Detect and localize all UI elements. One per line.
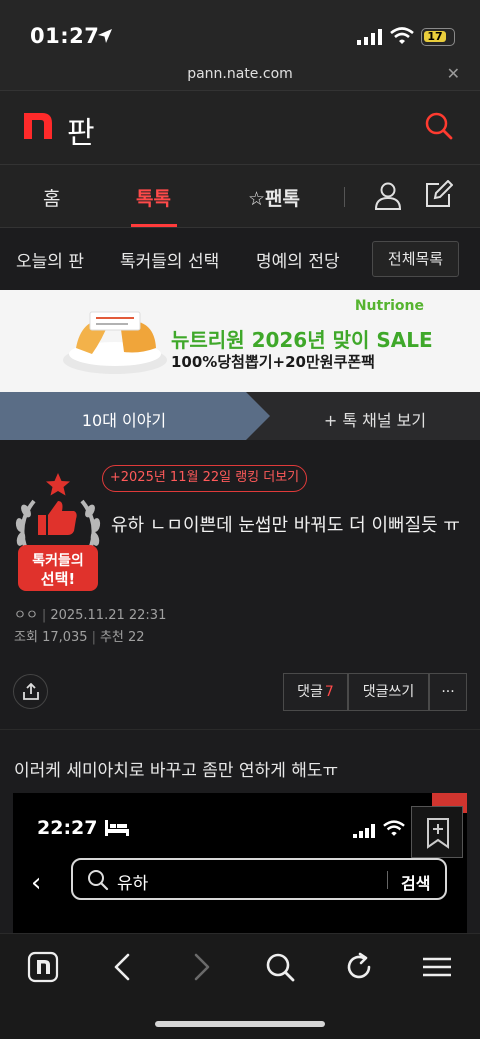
bed-icon [105, 820, 129, 840]
post-title: 유하 ㄴㅁ이쁜데 눈썹만 바꿔도 더 이뻐질듯 ㅠ [111, 515, 460, 536]
forward-icon[interactable] [190, 951, 214, 987]
post-date: 2025.11.21 22:31 [50, 608, 167, 623]
refresh-icon[interactable] [344, 951, 374, 987]
all-list-button[interactable]: 전체목록 [372, 241, 459, 277]
subnav-hall-of-fame[interactable]: 명예의 전당 [256, 247, 340, 272]
subnav-talker-choice[interactable]: 톡커들의 선택 [120, 247, 219, 272]
home-indicator[interactable] [155, 1021, 325, 1027]
views-label: 조회 [14, 630, 38, 645]
tab-teen-stories[interactable]: 10대 이야기 [0, 407, 248, 431]
signal-icon [353, 823, 377, 842]
ad-headline: 뉴트리원 2026년 맞이 SALE [171, 328, 433, 352]
nate-home-icon[interactable] [27, 951, 59, 987]
share-button[interactable] [13, 674, 48, 709]
share-icon [23, 683, 39, 700]
signal-icon [357, 29, 383, 49]
url-text[interactable]: pann.nate.com [0, 66, 480, 82]
nav-divider [344, 187, 345, 207]
wifi-icon [390, 27, 414, 49]
embedded-screenshot[interactable]: 22:27 ‹ 유하 검색 [13, 793, 467, 933]
close-icon[interactable]: ✕ [447, 64, 460, 83]
talkers-choice-badge-icon: 톡커들의 선택! [12, 473, 104, 599]
battery-level: 17 [424, 31, 446, 42]
post-meta-author: ㅇㅇ | 2025.11.21 22:31 [14, 608, 167, 623]
bookmark-button[interactable] [411, 806, 463, 858]
battery-icon: 17 [421, 28, 455, 46]
nate-logo[interactable] [24, 113, 52, 143]
embed-search-box: 유하 검색 [71, 858, 447, 900]
tab-channel-view[interactable]: + 톡 채널 보기 [270, 407, 480, 431]
embed-search-query: 유하 [117, 874, 149, 894]
story-tabs: 10대 이야기 + 톡 채널 보기 [0, 392, 480, 440]
post-meta-stats: 조회 17,035 | 추천 22 [14, 630, 145, 645]
location-arrow-icon [96, 27, 114, 49]
comment-count: 7 [324, 684, 334, 700]
subnav-today[interactable]: 오늘의 판 [16, 247, 84, 272]
badge-text-2: 선택! [41, 570, 75, 588]
menu-icon[interactable] [422, 951, 452, 987]
recommend-count: 22 [128, 630, 145, 645]
ad-banner[interactable]: Nutrione 뉴트리원 2026년 맞이 SALE 100%당첨뽑기+20만… [0, 290, 480, 392]
bookmark-add-icon [427, 818, 449, 849]
user-icon[interactable] [374, 182, 402, 214]
divider [0, 729, 480, 730]
tab-home[interactable]: 홈 [43, 184, 60, 211]
brand-title[interactable]: 판 [67, 108, 95, 152]
search-icon [87, 869, 109, 895]
ad-brand: Nutrione [354, 298, 424, 314]
edit-icon[interactable] [423, 179, 454, 214]
status-time: 01:27 [30, 24, 100, 48]
divider [387, 871, 388, 889]
tab-fantok-label: 팬톡 [265, 188, 301, 210]
post-body: 이러케 세미아치로 바꾸고 좀만 연하게 해도ㅠ [14, 761, 339, 781]
status-bar: 01:27 17 [0, 0, 480, 60]
address-bar[interactable]: pann.nate.com ✕ [0, 60, 480, 90]
back-icon[interactable] [110, 951, 134, 987]
badge-text-1: 톡커들의 [32, 552, 84, 569]
ranking-more-link[interactable]: +2025년 11월 22일 랭킹 더보기 [102, 465, 307, 492]
embed-time: 22:27 [37, 817, 98, 839]
tab-toktok[interactable]: 톡톡 [136, 184, 171, 211]
recommend-label: 추천 [99, 630, 124, 645]
wifi-icon [383, 820, 405, 841]
star-icon: ☆ [248, 188, 266, 210]
author-name[interactable]: ㅇㅇ [14, 608, 38, 623]
search-icon[interactable] [424, 111, 454, 145]
more-button[interactable]: ··· [429, 673, 467, 711]
comment-button[interactable]: 댓글 7 [283, 673, 348, 711]
views-count: 17,035 [42, 630, 88, 645]
ad-subline: 100%당첨뽑기+20만원쿠폰팩 [171, 353, 375, 371]
tab-fantok[interactable]: ☆팬톡 [248, 184, 300, 211]
active-tab-indicator [131, 224, 177, 227]
write-comment-button[interactable]: 댓글쓰기 [348, 673, 429, 711]
embed-search-button: 검색 [401, 874, 431, 893]
back-chevron-icon: ‹ [31, 868, 42, 898]
search-icon[interactable] [265, 951, 295, 987]
site-header: 판 [0, 90, 480, 164]
main-nav: 홈 톡톡 ☆팬톡 [0, 164, 480, 228]
comment-label: 댓글 [297, 684, 323, 700]
fortune-cookie-image [62, 302, 168, 384]
sub-nav: 오늘의 판 톡커들의 선택 명예의 전당 전체목록 [0, 228, 480, 290]
